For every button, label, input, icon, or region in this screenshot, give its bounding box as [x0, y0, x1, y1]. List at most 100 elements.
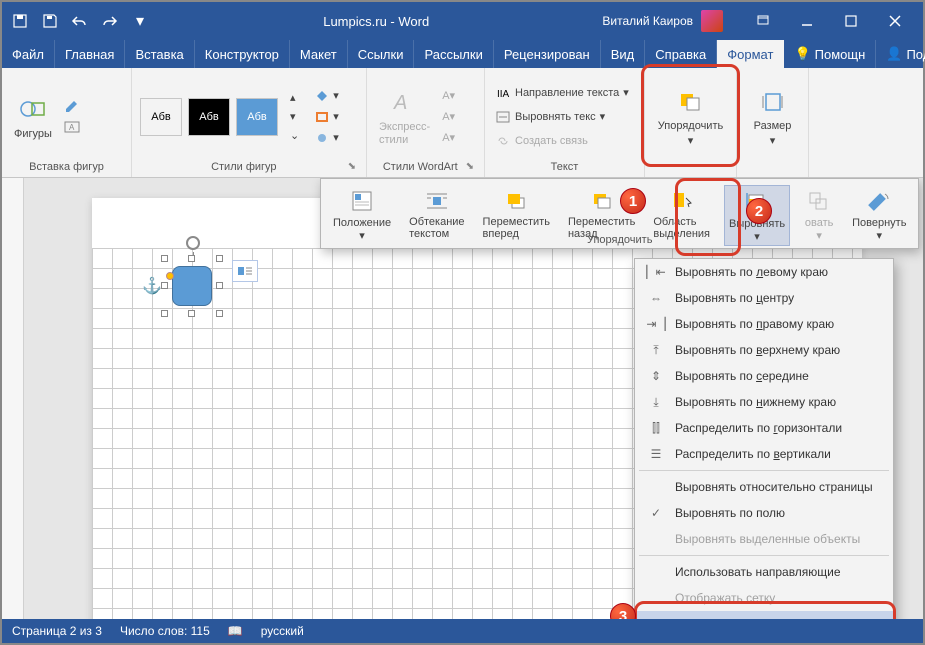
anchor-icon: ⚓	[142, 276, 162, 296]
align-right-icon: ⇥▕	[647, 316, 665, 332]
align-left-icon: ▏⇤	[647, 264, 665, 280]
selection-pane-button[interactable]: Область выделения	[649, 185, 714, 246]
rounded-rectangle-shape[interactable]	[172, 266, 212, 306]
status-words[interactable]: Число слов: 115	[120, 624, 210, 638]
ribbon-options-icon[interactable]	[743, 6, 783, 36]
share-button[interactable]: 👤Поделиться	[876, 40, 925, 68]
resize-handle[interactable]	[216, 255, 223, 262]
menu-align-bottom[interactable]: ⤓Выровнять по нижнему краю	[635, 389, 893, 415]
text-box-icon[interactable]: A	[62, 118, 82, 136]
share-icon: 👤	[886, 46, 902, 62]
resize-handle[interactable]	[188, 255, 195, 262]
tab-references[interactable]: Ссылки	[348, 40, 415, 68]
document-area[interactable]: ⚓ Положение▾ Обтекание текстом Перемести…	[2, 178, 923, 619]
callout-badge-1: 1	[620, 188, 646, 214]
size-button[interactable]: Размер▾	[750, 82, 796, 151]
tab-view[interactable]: Вид	[601, 40, 646, 68]
minimize-icon[interactable]	[787, 6, 827, 36]
menu-align-right[interactable]: ⇥▕Выровнять по правому краю	[635, 311, 893, 337]
style-preset-1[interactable]: Абв	[140, 98, 182, 136]
vertical-ruler[interactable]	[2, 178, 24, 619]
resize-handle[interactable]	[216, 282, 223, 289]
shape-outline-icon[interactable]: ▾	[313, 108, 341, 125]
status-page[interactable]: Страница 2 из 3	[12, 624, 102, 638]
create-link-button: Создать связь	[493, 132, 590, 150]
rotate-button[interactable]: Повернуть▾	[848, 185, 910, 246]
align-bottom-icon: ⤓	[647, 394, 665, 410]
tab-insert[interactable]: Вставка	[125, 40, 194, 68]
menu-distribute-h[interactable]: ⫿⫿Распределить по горизонтали	[635, 415, 893, 441]
arrange-icon	[675, 86, 707, 118]
titlebar: ▾ Lumpics.ru - Word Виталий Каиров	[2, 2, 923, 40]
menu-align-page[interactable]: Выровнять относительно страницы	[635, 474, 893, 500]
rotate-handle[interactable]	[186, 236, 200, 250]
menu-align-margin[interactable]: ✓Выровнять по полю	[635, 500, 893, 526]
tab-review[interactable]: Рецензирован	[494, 40, 601, 68]
group-button: овать▾	[800, 185, 838, 246]
autosave-icon[interactable]	[10, 11, 30, 31]
status-language[interactable]: русский	[261, 624, 304, 638]
arrange-button[interactable]: Упорядочить▾	[654, 82, 727, 151]
user-area[interactable]: Виталий Каиров	[602, 10, 723, 32]
tab-file[interactable]: Файл	[2, 40, 55, 68]
layout-options-button[interactable]	[232, 260, 258, 282]
adjustment-handle[interactable]	[166, 272, 174, 280]
resize-handle[interactable]	[161, 282, 168, 289]
gallery-up-icon[interactable]: ▴	[288, 89, 301, 106]
status-proof-icon[interactable]: 📖	[228, 624, 243, 638]
dialog-launcher-icon[interactable]: ⬊	[466, 161, 476, 175]
express-styles-button[interactable]: A Экспресс- стили	[375, 83, 434, 149]
align-text-button[interactable]: Выровнять текс ▾	[493, 108, 607, 126]
tab-layout[interactable]: Макет	[290, 40, 348, 68]
menu-grid-settings[interactable]: ⊞Параметры сетки...	[635, 611, 893, 619]
maximize-icon[interactable]	[831, 6, 871, 36]
style-preset-2[interactable]: Абв	[188, 98, 230, 136]
callout-badge-2: 2	[746, 198, 772, 224]
resize-handle[interactable]	[161, 255, 168, 262]
wrap-text-button[interactable]: Обтекание текстом	[405, 185, 468, 246]
tab-home[interactable]: Главная	[55, 40, 125, 68]
ribbon: Фигуры A Вставка фигур Абв Абв Абв ▴ ▾ ⌄…	[2, 68, 923, 178]
arrange-panel: Положение▾ Обтекание текстом Переместить…	[320, 178, 919, 249]
menu-distribute-v[interactable]: ☰Распределить по вертикали	[635, 441, 893, 467]
text-fill-icon[interactable]: A▾	[440, 87, 457, 104]
dialog-launcher-icon[interactable]: ⬊	[348, 161, 358, 175]
redo-icon[interactable]	[100, 11, 120, 31]
position-button[interactable]: Положение▾	[329, 185, 395, 246]
menu-use-guides[interactable]: Использовать направляющие	[635, 559, 893, 585]
menu-align-left[interactable]: ▏⇤Выровнять по левому краю	[635, 259, 893, 285]
grid-icon: ⊞	[647, 616, 665, 619]
shapes-button[interactable]: Фигуры	[10, 90, 56, 144]
shape-effects-icon[interactable]: ▾	[313, 129, 341, 146]
style-preset-3[interactable]: Абв	[236, 98, 278, 136]
resize-handle[interactable]	[216, 310, 223, 317]
menu-align-top[interactable]: ⤒Выровнять по верхнему краю	[635, 337, 893, 363]
menu-align-center[interactable]: ⇔Выровнять по центру	[635, 285, 893, 311]
resize-handle[interactable]	[161, 310, 168, 317]
close-icon[interactable]	[875, 6, 915, 36]
gallery-down-icon[interactable]: ▾	[288, 108, 301, 125]
edit-shape-icon[interactable]	[62, 97, 82, 115]
tab-format[interactable]: Формат	[717, 40, 784, 68]
tab-help[interactable]: Справка	[645, 40, 717, 68]
undo-icon[interactable]	[70, 11, 90, 31]
menu-align-middle[interactable]: ⇕Выровнять по середине	[635, 363, 893, 389]
text-effects-icon[interactable]: A▾	[440, 129, 457, 146]
size-icon	[757, 86, 789, 118]
tell-me[interactable]: 💡Помощн	[784, 40, 876, 68]
window-controls	[743, 6, 915, 36]
shape-fill-icon[interactable]: ▾	[313, 87, 341, 104]
bring-forward-button[interactable]: Переместить вперед	[479, 185, 554, 246]
tab-mailings[interactable]: Рассылки	[414, 40, 493, 68]
selected-shape[interactable]	[164, 258, 220, 314]
text-direction-button[interactable]: IIAНаправление текста ▾	[493, 84, 631, 102]
text-outline-icon[interactable]: A▾	[440, 108, 457, 125]
tab-design[interactable]: Конструктор	[195, 40, 290, 68]
save-icon[interactable]	[40, 11, 60, 31]
gallery-more-icon[interactable]: ⌄	[288, 127, 301, 144]
resize-handle[interactable]	[188, 310, 195, 317]
avatar[interactable]	[701, 10, 723, 32]
svg-text:A: A	[393, 92, 407, 114]
send-backward-icon	[587, 187, 617, 215]
qat-dropdown-icon[interactable]: ▾	[130, 11, 150, 31]
